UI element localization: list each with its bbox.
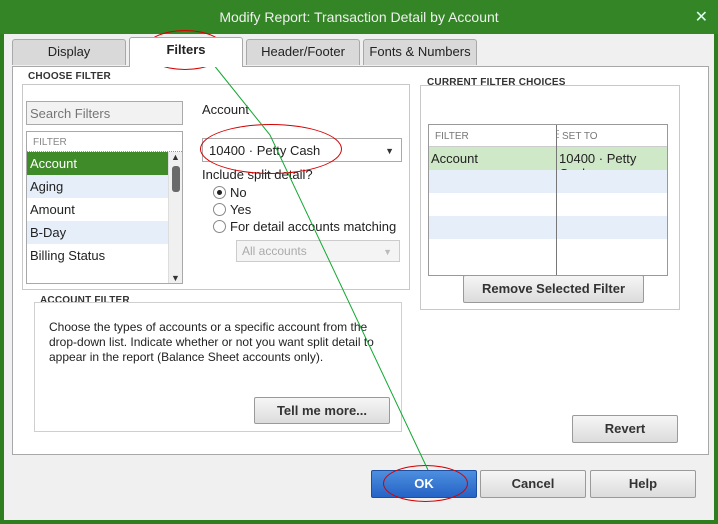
tab-fonts-numbers[interactable]: Fonts & Numbers	[363, 39, 477, 65]
remove-selected-filter-button[interactable]: Remove Selected Filter	[463, 275, 644, 303]
ok-button[interactable]: OK	[371, 470, 477, 498]
title-bar[interactable]: Modify Report: Transaction Detail by Acc…	[0, 0, 718, 34]
tell-me-more-button[interactable]: Tell me more...	[254, 397, 390, 424]
tab-header-footer[interactable]: Header/Footer	[246, 39, 360, 65]
grid-header: FILTER ⋮ SET TO	[429, 125, 667, 147]
grid-col-filter: FILTER	[435, 131, 469, 142]
split-detail-question: Include split detail?	[202, 167, 313, 182]
filter-list[interactable]: FILTER Account Aging Amount B-Day Billin…	[26, 131, 183, 284]
list-item[interactable]: B-Day	[27, 221, 168, 244]
radio-no[interactable]	[213, 186, 226, 199]
tab-fonts-numbers-label: Fonts & Numbers	[369, 44, 471, 59]
radio-yes-label[interactable]: Yes	[230, 202, 251, 217]
tell-me-more-label: Tell me more...	[276, 403, 368, 418]
revert-button[interactable]: Revert	[572, 415, 678, 443]
filter-list-scrollbar[interactable]: ▲ ▼	[168, 152, 182, 283]
table-row[interactable]: Account 10400 · Petty Cash	[429, 147, 667, 181]
list-item[interactable]: Amount	[27, 198, 168, 221]
list-item[interactable]: Billing Status	[27, 244, 168, 267]
radio-detail-matching-label[interactable]: For detail accounts matching	[230, 219, 396, 234]
scroll-down-icon[interactable]: ▼	[171, 273, 180, 283]
table-row[interactable]	[429, 239, 667, 262]
list-item[interactable]: Account	[27, 152, 168, 175]
list-item[interactable]: Aging	[27, 175, 168, 198]
account-label: Account	[202, 102, 249, 117]
help-label: Help	[628, 476, 658, 491]
dialog-body: Display Filters Header/Footer Fonts & Nu…	[4, 34, 714, 520]
window-title: Modify Report: Transaction Detail by Acc…	[219, 9, 499, 25]
grid-column-separator	[556, 125, 557, 275]
cancel-label: Cancel	[511, 476, 555, 491]
account-filter-description: Choose the types of accounts or a specif…	[49, 320, 374, 364]
radio-detail-matching[interactable]	[213, 220, 226, 233]
scroll-thumb[interactable]	[172, 166, 180, 192]
cancel-button[interactable]: Cancel	[480, 470, 586, 498]
grid-col-set-to: SET TO	[562, 131, 598, 142]
tab-header-footer-label: Header/Footer	[261, 44, 345, 59]
account-dropdown-value: 10400 · Petty Cash	[209, 143, 321, 158]
account-dropdown[interactable]: 10400 · Petty Cash ▼	[202, 138, 402, 162]
close-icon[interactable]: ✕	[695, 7, 708, 27]
radio-yes[interactable]	[213, 203, 226, 216]
table-row[interactable]	[429, 193, 667, 216]
grid-cell-filter: Account	[431, 151, 478, 166]
radio-no-label[interactable]: No	[230, 185, 247, 200]
tab-display[interactable]: Display	[12, 39, 126, 65]
remove-selected-filter-label: Remove Selected Filter	[481, 281, 626, 296]
tab-display-label: Display	[47, 44, 91, 59]
filter-list-header: FILTER	[27, 132, 182, 152]
table-row[interactable]	[429, 170, 667, 193]
chevron-down-icon: ▼	[385, 146, 394, 156]
tab-filters[interactable]: Filters	[129, 37, 243, 67]
search-filters-input[interactable]	[26, 101, 183, 125]
revert-label: Revert	[604, 421, 646, 436]
chevron-down-icon: ▼	[383, 247, 392, 257]
modify-report-dialog: Modify Report: Transaction Detail by Acc…	[0, 0, 718, 524]
ok-label: OK	[414, 476, 434, 491]
current-filter-grid[interactable]: FILTER ⋮ SET TO Account 10400 · Petty Ca…	[428, 124, 668, 276]
scroll-up-icon[interactable]: ▲	[171, 152, 180, 162]
table-row[interactable]	[429, 216, 667, 239]
tab-filters-label: Filters	[166, 42, 206, 57]
choose-filter-heading: CHOOSE FILTER	[28, 71, 111, 82]
matching-accounts-value: All accounts	[242, 244, 307, 258]
help-button[interactable]: Help	[590, 470, 696, 498]
matching-accounts-dropdown: All accounts ▼	[236, 240, 400, 262]
